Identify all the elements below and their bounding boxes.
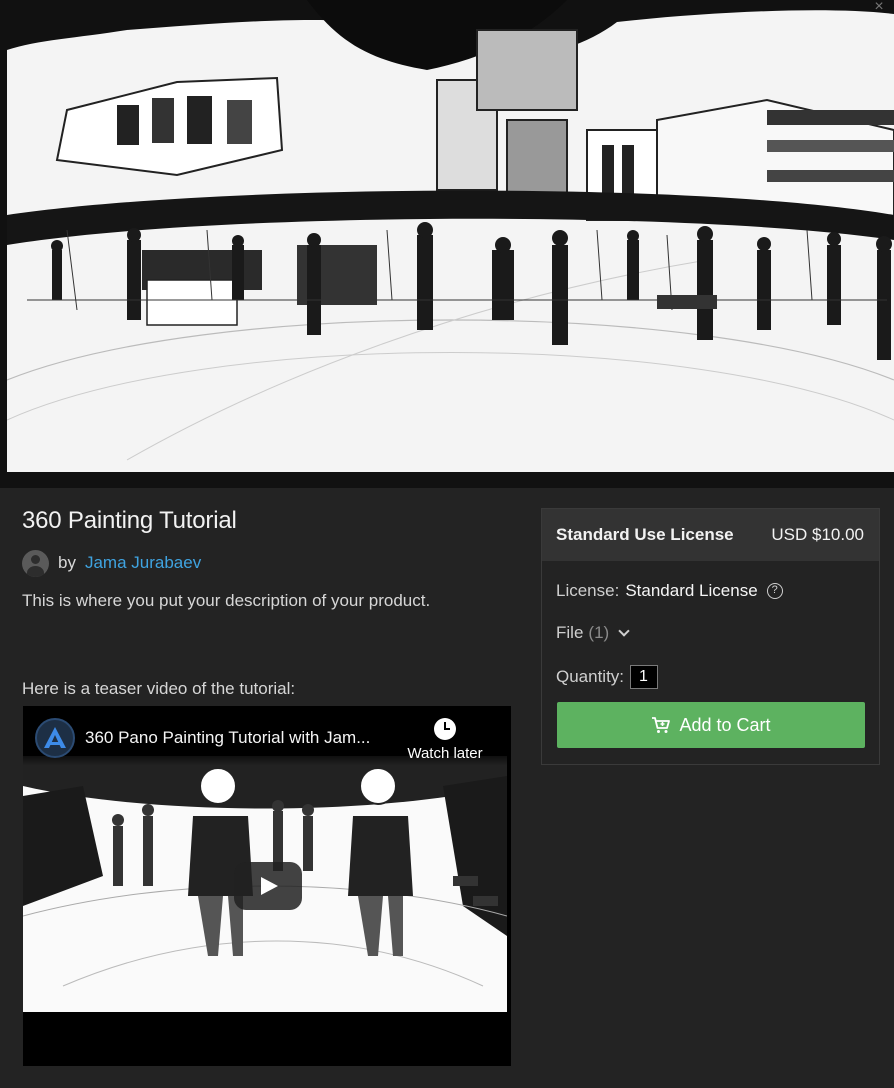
product-title: 360 Painting Tutorial (22, 507, 237, 534)
video-title-bar: 360 Pano Painting Tutorial with Jam... W… (23, 706, 511, 766)
cart-plus-icon (651, 716, 671, 734)
panorama-sketch (7, 0, 894, 461)
close-icon[interactable]: × (870, 0, 888, 15)
author-row: by Jama Jurabaev (22, 549, 201, 577)
user-avatar-icon (22, 549, 49, 577)
add-to-cart-label: Add to Cart (679, 714, 771, 735)
license-row: License: Standard License ? (556, 581, 783, 601)
license-name: Standard Use License (556, 525, 734, 544)
watch-later-label: Watch later (407, 745, 483, 762)
file-count: (1) (588, 623, 610, 642)
hero-frame: × (0, 0, 894, 488)
hero-panorama-image[interactable] (7, 0, 894, 472)
license-label: License: (556, 581, 620, 600)
license-price: USD $10.00 (771, 525, 864, 544)
quantity-label: Quantity: (556, 667, 625, 686)
question-circle-icon[interactable]: ? (766, 583, 783, 599)
quantity-row: Quantity: (556, 665, 659, 689)
video-title[interactable]: 360 Pano Painting Tutorial with Jam... (85, 728, 370, 748)
product-description: This is where you put your description o… (22, 591, 431, 610)
file-dropdown[interactable]: File (1) (556, 623, 630, 643)
author-link[interactable]: Jama Jurabaev (85, 553, 201, 573)
watch-later-button[interactable]: Watch later (397, 718, 493, 762)
video-embed[interactable]: 360 Pano Painting Tutorial with Jam... W… (23, 706, 511, 1066)
channel-logo-icon[interactable] (35, 718, 75, 758)
play-icon[interactable] (234, 862, 302, 910)
teaser-text: Here is a teaser video of the tutorial: (22, 679, 296, 698)
quantity-input[interactable] (630, 665, 659, 689)
file-label: File (556, 623, 584, 642)
logo-a-shape (44, 727, 66, 748)
by-label: by (58, 553, 76, 572)
chevron-down-icon[interactable] (618, 625, 630, 637)
add-to-cart-button[interactable]: Add to Cart (557, 702, 865, 748)
license-purchase-box: Standard Use License USD $10.00 License:… (541, 508, 880, 765)
clock-icon (434, 718, 456, 740)
license-header: Standard Use License USD $10.00 (542, 509, 879, 561)
license-value: Standard License (625, 581, 758, 600)
